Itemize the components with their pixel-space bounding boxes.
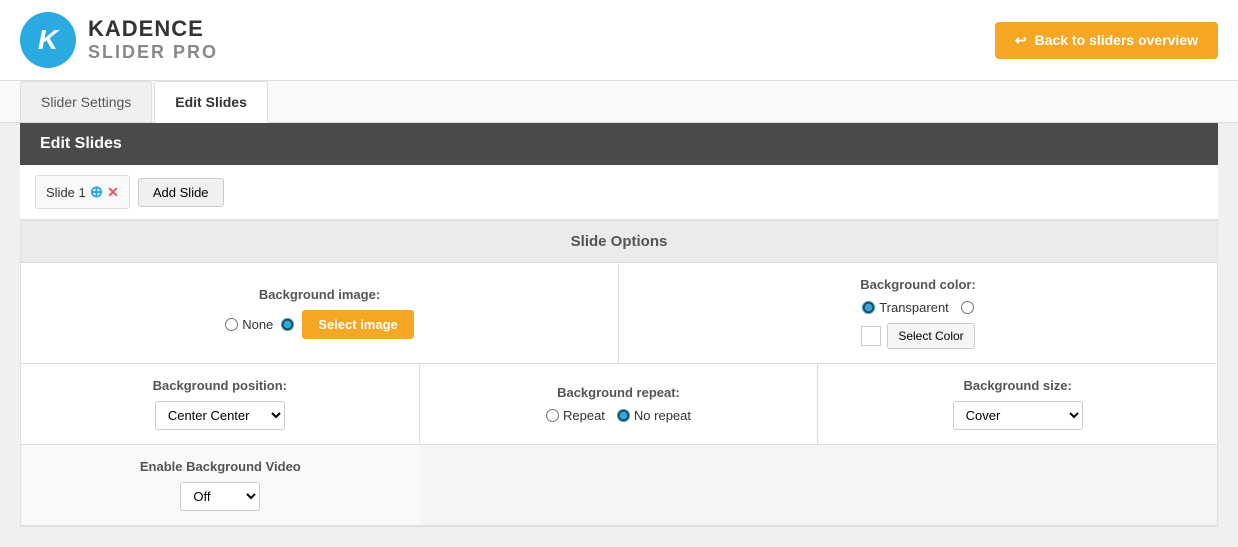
back-btn-label: Back to sliders overview	[1035, 32, 1198, 48]
logo-text: KADENCE SLIDER PRO	[88, 17, 218, 62]
slide-options-panel: Slide Options Background image: None Sel…	[20, 220, 1218, 527]
bg-size-label: Background size:	[963, 378, 1071, 393]
bg-video-select[interactable]: Off On	[180, 482, 260, 511]
option-row-position-repeat-size: Background position: Center Center Top L…	[21, 364, 1217, 445]
option-row-video: Enable Background Video Off On	[21, 445, 1217, 526]
bg-image-controls: None Select image	[225, 310, 414, 339]
background-position-cell: Background position: Center Center Top L…	[21, 364, 420, 444]
slide-1-label: Slide 1	[46, 185, 86, 200]
add-slide-button[interactable]: Add Slide	[138, 178, 224, 207]
repeat-radio-group: Repeat No repeat	[546, 408, 691, 423]
bg-video-label: Enable Background Video	[140, 459, 301, 474]
color-pick-option	[961, 301, 974, 314]
logo-icon: K	[20, 12, 76, 68]
brand-subtitle: SLIDER PRO	[88, 42, 218, 63]
bg-none-label: None	[242, 317, 273, 332]
color-radios: Transparent	[862, 300, 974, 315]
enable-bg-video-cell: Enable Background Video Off On	[21, 445, 420, 525]
color-controls: Transparent Select Color	[861, 300, 974, 349]
repeat-radio[interactable]	[546, 409, 559, 422]
transparent-option: Transparent	[862, 300, 949, 315]
color-pick-radio[interactable]	[961, 301, 974, 314]
background-color-cell: Background color: Transparent Select	[619, 263, 1217, 363]
tabs-bar: Slider Settings Edit Slides	[0, 81, 1238, 123]
background-image-cell: Background image: None Select image	[21, 263, 619, 363]
select-color-button[interactable]: Select Color	[887, 323, 974, 349]
header: K KADENCE SLIDER PRO ↩ Back to sliders o…	[0, 0, 1238, 81]
bg-position-label: Background position:	[153, 378, 287, 393]
no-repeat-label: No repeat	[634, 408, 691, 423]
tab-slider-settings[interactable]: Slider Settings	[20, 81, 152, 122]
slide-plus-icon[interactable]: ⊕	[90, 182, 103, 202]
bg-size-select[interactable]: Cover Contain Auto	[953, 401, 1083, 430]
no-repeat-option: No repeat	[617, 408, 691, 423]
slide-1-tab[interactable]: Slide 1 ⊕ ✕	[35, 175, 130, 209]
repeat-label: Repeat	[563, 408, 605, 423]
slide-tabs-bar: Slide 1 ⊕ ✕ Add Slide	[20, 165, 1218, 220]
bg-image-label: Background image:	[259, 287, 380, 302]
slide-close-icon[interactable]: ✕	[107, 184, 119, 201]
background-repeat-cell: Background repeat: Repeat No repeat	[420, 364, 819, 444]
brand-name: KADENCE	[88, 17, 218, 41]
bg-none-radio[interactable]	[225, 318, 238, 331]
logo-area: K KADENCE SLIDER PRO	[20, 12, 218, 68]
bg-image-radio[interactable]	[281, 318, 294, 331]
bg-color-label: Background color:	[860, 277, 976, 292]
back-arrow-icon: ↩	[1015, 32, 1027, 49]
transparent-label: Transparent	[879, 300, 949, 315]
color-swatch[interactable]	[861, 326, 881, 346]
select-image-button[interactable]: Select image	[302, 310, 414, 339]
bg-repeat-label: Background repeat:	[557, 385, 680, 400]
background-size-cell: Background size: Cover Contain Auto	[818, 364, 1217, 444]
bg-image-option	[281, 318, 294, 331]
main-content: Edit Slides Slide 1 ⊕ ✕ Add Slide Slide …	[0, 123, 1238, 547]
bg-position-select[interactable]: Center Center Top Left Top Center Top Ri…	[155, 401, 285, 430]
transparent-radio[interactable]	[862, 301, 875, 314]
color-swatch-area: Select Color	[861, 323, 974, 349]
no-repeat-radio[interactable]	[617, 409, 630, 422]
tab-edit-slides[interactable]: Edit Slides	[154, 81, 268, 123]
bg-none-option: None	[225, 317, 273, 332]
back-to-sliders-button[interactable]: ↩ Back to sliders overview	[995, 22, 1218, 59]
slide-options-header: Slide Options	[21, 221, 1217, 263]
section-title: Edit Slides	[40, 135, 122, 152]
section-header: Edit Slides	[20, 123, 1218, 165]
repeat-option: Repeat	[546, 408, 605, 423]
option-row-bg-image-color: Background image: None Select image Back…	[21, 263, 1217, 364]
